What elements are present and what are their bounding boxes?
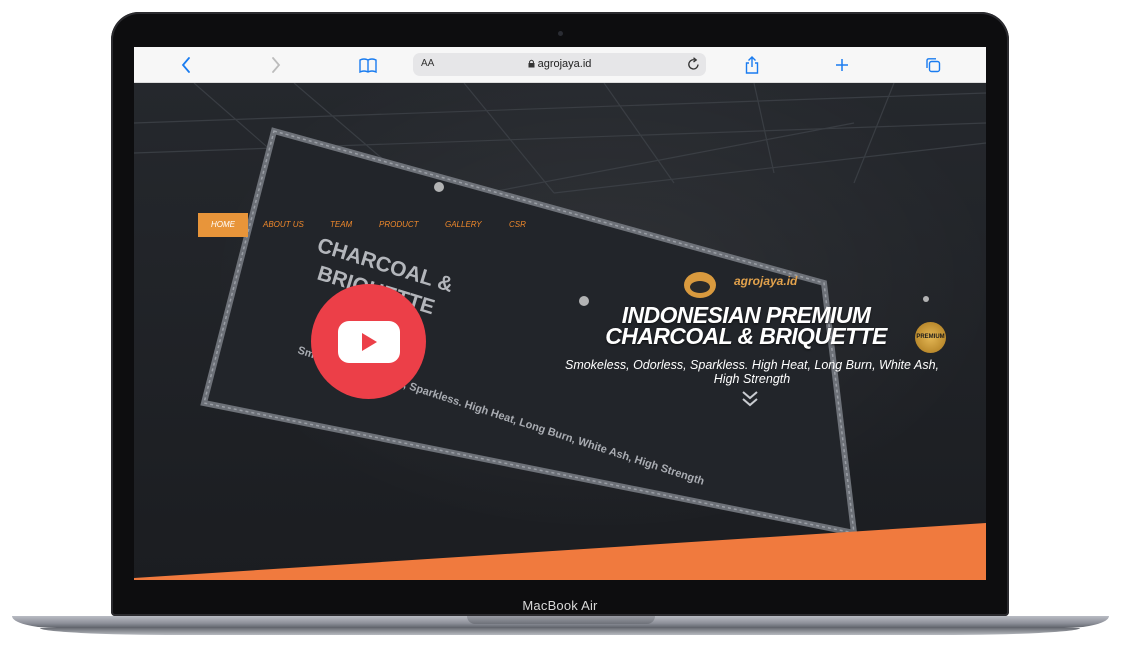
url-text: agrojaya.id [537, 58, 592, 70]
share-icon[interactable] [741, 54, 763, 76]
orange-bottom-band [134, 523, 986, 580]
nav-csr[interactable]: CSR [509, 213, 526, 237]
laptop-base-shadow [40, 628, 1080, 635]
lock-icon [528, 59, 535, 71]
device-label: MacBook Air [522, 598, 598, 613]
laptop-screen: AA agrojaya.id CHARCOAL & Smokeless, Odo… [134, 47, 986, 580]
hero-title-line-2: CHARCOAL & BRIQUETTE [605, 323, 887, 349]
nav-team[interactable]: TEAM [330, 213, 352, 237]
new-tab-icon[interactable] [831, 54, 853, 76]
address-bar[interactable]: AA agrojaya.id [413, 53, 706, 76]
laptop-notch [467, 616, 655, 624]
hero-title: INDONESIAN PREMIUM CHARCOAL & BRIQUETTE [566, 304, 926, 349]
nav-home[interactable]: HOME [198, 213, 248, 237]
reload-icon[interactable] [687, 57, 700, 76]
brand-logo-icon [682, 269, 718, 304]
premium-badge: PREMIUM [915, 322, 946, 353]
tabs-icon[interactable] [922, 54, 944, 76]
browser-toolbar: AA agrojaya.id [134, 47, 986, 83]
hero-subtitle: Smokeless, Odorless, Sparkless. High Hea… [564, 358, 939, 386]
nav-gallery[interactable]: GALLERY [445, 213, 482, 237]
camera-icon [558, 31, 563, 36]
brand-name: agrojaya.id [734, 274, 798, 288]
chevron-down-icon[interactable] [741, 389, 759, 412]
forward-icon[interactable] [265, 54, 287, 76]
video-play-button[interactable] [311, 284, 426, 399]
nav-product[interactable]: PRODUCT [379, 213, 419, 237]
back-icon[interactable] [175, 54, 197, 76]
hero-section: CHARCOAL & BRIQUETTE Smokeless, Odorless… [134, 83, 986, 580]
nav-about-us[interactable]: ABOUT US [263, 213, 304, 237]
youtube-icon [337, 320, 400, 363]
bookmarks-icon[interactable] [357, 54, 379, 76]
